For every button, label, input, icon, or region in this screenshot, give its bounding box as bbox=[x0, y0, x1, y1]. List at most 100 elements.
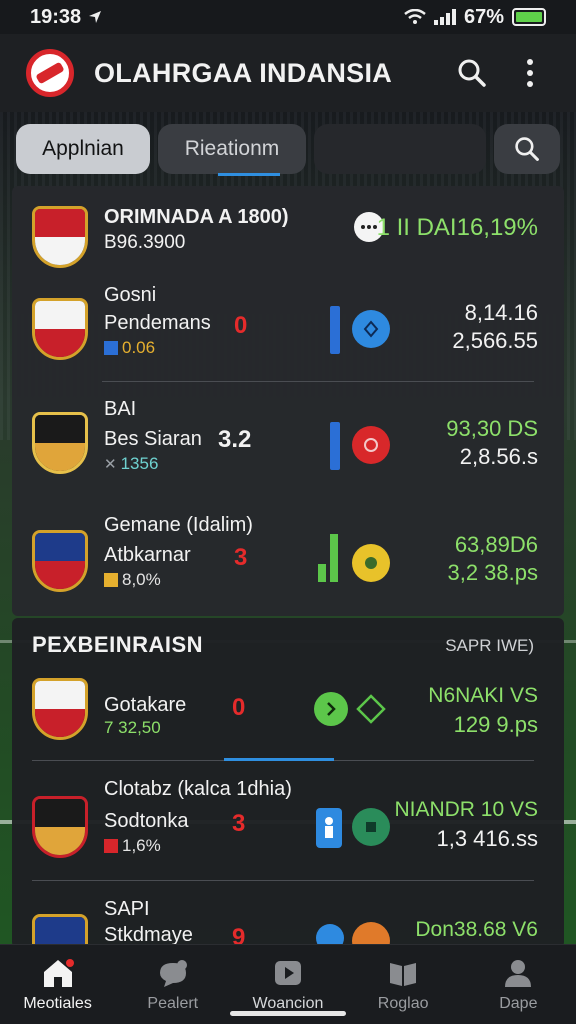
team-name: Pendemans bbox=[104, 312, 211, 334]
second-section-panel: PEXBEINRAISN SAPR IWE) Gotakare 7 32,50 … bbox=[12, 618, 564, 948]
match-score: 0 bbox=[232, 694, 246, 721]
stat-bar bbox=[330, 422, 340, 470]
team-stat: 8,0% bbox=[104, 570, 161, 590]
match-score: 3.2 bbox=[218, 426, 252, 453]
featured-match-row[interactable]: ORIMNADA A 1800) B96.3900 1 II DAI16,19% bbox=[12, 186, 564, 272]
team-crest bbox=[32, 796, 88, 858]
battery-percent: 67% bbox=[463, 5, 504, 28]
person-icon bbox=[505, 959, 532, 987]
search-icon bbox=[458, 59, 486, 87]
play-icon bbox=[274, 960, 301, 985]
stat-bar bbox=[330, 306, 340, 354]
app-logo[interactable] bbox=[26, 49, 74, 97]
club-badge-icon bbox=[352, 544, 390, 582]
swap-icon: ✕ bbox=[104, 456, 117, 473]
odds-primary: 63,89D6 bbox=[454, 532, 538, 557]
row-divider bbox=[32, 880, 534, 881]
odds-primary: N6NAKI VS bbox=[428, 684, 538, 707]
matches-panel: ORIMNADA A 1800) B96.3900 1 II DAI16,19%… bbox=[12, 186, 564, 616]
team-stat: 0.06 bbox=[104, 338, 155, 358]
match-row[interactable]: SAPI Stkdmaye 9 Don38.68 V6 bbox=[12, 888, 564, 948]
odds-primary: 93,30 DS bbox=[446, 416, 538, 441]
team-crest bbox=[32, 530, 88, 592]
stat-chip bbox=[104, 573, 118, 587]
bottom-navigation: Meotiales Pealert Woancion Roglao Dape bbox=[0, 944, 576, 1024]
search-icon bbox=[515, 137, 539, 161]
odds-secondary: 2,566.55 bbox=[452, 328, 538, 353]
battery-icon bbox=[512, 8, 546, 26]
nav-item-home[interactable]: Meotiales bbox=[8, 957, 108, 1013]
odds-secondary: 1,3 416.ss bbox=[436, 826, 538, 851]
featured-sub: B96.3900 bbox=[104, 232, 186, 253]
match-score: 3 bbox=[234, 544, 248, 571]
nav-item-dape[interactable]: Dape bbox=[468, 957, 568, 1013]
nav-label: Dape bbox=[499, 994, 538, 1012]
status-time: 19:38 bbox=[30, 5, 82, 28]
app-title: OLAHRGAA INDANSIA bbox=[94, 57, 393, 88]
odds-primary: Don38.68 V6 bbox=[415, 918, 538, 941]
match-row[interactable]: BAI Bes Siaran ✕ 1356 3.2 93,30 DS 2,8.5… bbox=[12, 382, 564, 498]
team-stat: ✕ 1356 bbox=[104, 454, 159, 473]
tab-rieationm[interactable]: Rieationm bbox=[158, 124, 306, 176]
team-crest bbox=[32, 412, 88, 474]
match-row[interactable]: Gosni Pendemans 0.06 0 8,14.16 2,566.55 bbox=[12, 272, 564, 382]
club-badge-icon bbox=[352, 426, 390, 464]
match-row[interactable]: Clotabz (kalca 1dhia) Sodtonka 1,6% 3 NI… bbox=[12, 768, 564, 878]
wifi-icon bbox=[404, 9, 426, 24]
team-name: Gosni bbox=[104, 284, 157, 306]
team-name: Clotabz (kalca 1dhia) bbox=[104, 778, 292, 800]
team-name: Sodtonka bbox=[104, 810, 189, 832]
nav-label: Pealert bbox=[147, 994, 199, 1012]
tab-applnian[interactable]: Applnian bbox=[16, 124, 150, 174]
next-arrow-icon[interactable] bbox=[314, 692, 348, 726]
featured-title: ORIMNADA A 1800) bbox=[104, 206, 289, 228]
odds-primary: NIANDR 10 VS bbox=[394, 798, 538, 821]
tab-bar: Applnian Rieationm bbox=[16, 124, 560, 176]
nav-label: Roglao bbox=[377, 994, 429, 1012]
team-stat: 7 32,50 bbox=[104, 718, 161, 737]
odds-primary: 8,14.16 bbox=[464, 300, 538, 325]
odds-secondary: 129 9.ps bbox=[453, 712, 538, 737]
signal-icon bbox=[433, 9, 456, 25]
match-row[interactable]: Gemane (Idalim) Atbkarnar 8,0% 3 63,89D6… bbox=[12, 498, 564, 616]
tab-empty[interactable] bbox=[314, 124, 486, 174]
club-badge-icon bbox=[352, 808, 390, 846]
status-bar: 19:38 67% bbox=[0, 0, 576, 34]
nav-label: Meotiales bbox=[23, 994, 92, 1012]
more-vertical-icon bbox=[527, 59, 533, 87]
home-indicator[interactable] bbox=[230, 1011, 346, 1016]
app-bar: OLAHRGAA INDANSIA bbox=[0, 34, 576, 112]
section-filter[interactable]: SAPR IWE) bbox=[445, 636, 534, 656]
more-options-button[interactable] bbox=[510, 53, 550, 93]
odds-secondary: 3,2 38.ps bbox=[447, 560, 538, 585]
stat-chip bbox=[104, 341, 118, 355]
featured-odds: 1 II DAI16,19% bbox=[376, 214, 538, 241]
team-stat: 1,6% bbox=[104, 836, 161, 856]
scroll-indicator bbox=[224, 758, 334, 761]
stat-bars-icon bbox=[318, 532, 338, 582]
team-crest bbox=[32, 298, 88, 360]
team-name: BAI bbox=[104, 398, 137, 420]
location-arrow-icon bbox=[89, 11, 102, 23]
person-icon bbox=[316, 808, 342, 848]
match-row[interactable]: Gotakare 7 32,50 0 N6NAKI VS 129 9.ps bbox=[12, 668, 564, 758]
chat-icon bbox=[159, 959, 187, 987]
section-title: PEXBEINRAISN bbox=[32, 632, 204, 657]
team-crest bbox=[32, 678, 88, 740]
team-name: Gemane (Idalim) bbox=[104, 514, 253, 536]
tab-search-button[interactable] bbox=[494, 124, 560, 174]
team-crest bbox=[32, 914, 88, 948]
club-badge-icon bbox=[352, 310, 390, 348]
diamond-icon bbox=[354, 692, 388, 726]
match-score: 0 bbox=[234, 312, 248, 339]
book-icon bbox=[390, 962, 417, 986]
nav-item-pealert[interactable]: Pealert bbox=[123, 957, 223, 1013]
team-name: Bes Siaran bbox=[104, 428, 202, 450]
stat-chip bbox=[104, 839, 118, 853]
search-button[interactable] bbox=[452, 53, 492, 93]
nav-item-woancion[interactable]: Woancion bbox=[238, 957, 338, 1013]
match-score: 3 bbox=[232, 810, 246, 837]
nav-item-roglao[interactable]: Roglao bbox=[353, 957, 453, 1013]
home-icon bbox=[43, 958, 74, 987]
odds-secondary: 2,8.56.s bbox=[459, 444, 538, 469]
